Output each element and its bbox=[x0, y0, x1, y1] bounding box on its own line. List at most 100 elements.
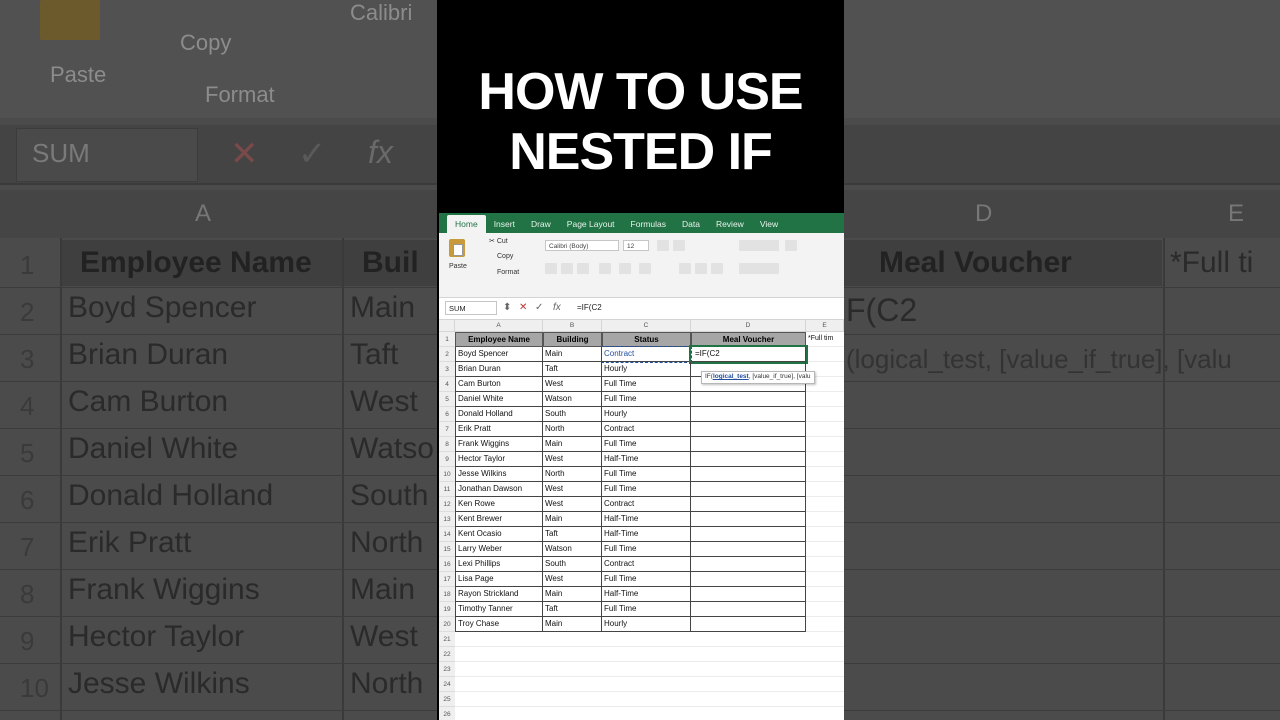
column-header-d[interactable]: D bbox=[691, 320, 806, 332]
cell-status[interactable]: Contract bbox=[602, 422, 691, 437]
cell-employee-name[interactable]: Erik Pratt bbox=[455, 422, 543, 437]
row-header[interactable]: 24 bbox=[439, 677, 455, 692]
cell-meal-voucher[interactable] bbox=[691, 617, 806, 632]
row-header[interactable]: 13 bbox=[439, 512, 455, 527]
cell-meal-voucher[interactable] bbox=[691, 572, 806, 587]
row-header[interactable]: 9 bbox=[439, 452, 455, 467]
row-header[interactable]: 19 bbox=[439, 602, 455, 617]
copy-button[interactable]: Copy bbox=[497, 253, 513, 260]
cell-meal-voucher[interactable] bbox=[691, 497, 806, 512]
row-header[interactable]: 18 bbox=[439, 587, 455, 602]
wrap-text-icon[interactable] bbox=[785, 240, 797, 251]
cell-employee-name[interactable]: Jonathan Dawson bbox=[455, 482, 543, 497]
cell-meal-voucher[interactable] bbox=[691, 542, 806, 557]
cell-meal-voucher[interactable] bbox=[691, 602, 806, 617]
underline-icon[interactable] bbox=[577, 263, 589, 274]
cell-status[interactable]: Hourly bbox=[602, 407, 691, 422]
row-header[interactable]: 10 bbox=[439, 467, 455, 482]
name-box-chevron-icon[interactable]: ⬍ bbox=[503, 302, 511, 313]
cell-building[interactable]: West bbox=[543, 377, 602, 392]
cell-employee-name[interactable]: Brian Duran bbox=[455, 362, 543, 377]
tooltip-logical-test[interactable]: logical_test bbox=[713, 373, 749, 380]
cell-employee-name[interactable]: Rayon Strickland bbox=[455, 587, 543, 602]
row-header[interactable]: 25 bbox=[439, 692, 455, 707]
font-size-select[interactable]: 12 bbox=[623, 240, 649, 251]
cell-status[interactable]: Full Time bbox=[602, 482, 691, 497]
bold-icon[interactable] bbox=[545, 263, 557, 274]
cancel-icon[interactable]: ✕ bbox=[519, 302, 527, 313]
row-header[interactable]: 11 bbox=[439, 482, 455, 497]
cell-employee-name[interactable]: Troy Chase bbox=[455, 617, 543, 632]
fill-color-icon[interactable] bbox=[619, 263, 631, 274]
row-header[interactable]: 20 bbox=[439, 617, 455, 632]
tab-review[interactable]: Review bbox=[708, 215, 752, 233]
header-cell[interactable]: Status bbox=[602, 332, 691, 347]
cell-status[interactable]: Half-Time bbox=[602, 452, 691, 467]
cell-employee-name[interactable]: Larry Weber bbox=[455, 542, 543, 557]
paste-label[interactable]: Paste bbox=[449, 263, 467, 270]
cell-status[interactable]: Contract bbox=[602, 557, 691, 572]
cell-meal-voucher[interactable] bbox=[691, 437, 806, 452]
cell-employee-name[interactable]: Cam Burton bbox=[455, 377, 543, 392]
cell-building[interactable]: West bbox=[543, 452, 602, 467]
cell-meal-voucher[interactable] bbox=[691, 392, 806, 407]
cell-status[interactable]: Full Time bbox=[602, 602, 691, 617]
row-header[interactable]: 7 bbox=[439, 422, 455, 437]
cell-status[interactable]: Contract bbox=[602, 497, 691, 512]
row-header[interactable]: 21 bbox=[439, 632, 455, 647]
row-header[interactable]: 2 bbox=[439, 347, 455, 362]
cell-meal-voucher[interactable] bbox=[691, 482, 806, 497]
cell-building[interactable]: South bbox=[543, 557, 602, 572]
cell-status[interactable]: Full Time bbox=[602, 542, 691, 557]
cell-building[interactable]: Main bbox=[543, 587, 602, 602]
tab-formulas[interactable]: Formulas bbox=[623, 215, 674, 233]
align-right-icon[interactable] bbox=[711, 263, 723, 274]
cell-meal-voucher[interactable] bbox=[691, 527, 806, 542]
column-header-e[interactable]: E bbox=[806, 320, 844, 332]
cell-employee-name[interactable]: Daniel White bbox=[455, 392, 543, 407]
cell-status[interactable]: Full Time bbox=[602, 572, 691, 587]
select-all-corner[interactable] bbox=[439, 320, 455, 332]
align-center-icon[interactable] bbox=[695, 263, 707, 274]
row-header[interactable]: 22 bbox=[439, 647, 455, 662]
borders-icon[interactable] bbox=[599, 263, 611, 274]
cell-building[interactable]: North bbox=[543, 422, 602, 437]
cell-building[interactable]: Main bbox=[543, 617, 602, 632]
cell-employee-name[interactable]: Timothy Tanner bbox=[455, 602, 543, 617]
cell-status[interactable]: Full Time bbox=[602, 437, 691, 452]
cell-building[interactable]: Watson bbox=[543, 542, 602, 557]
cell-employee-name[interactable]: Frank Wiggins bbox=[455, 437, 543, 452]
increase-font-icon[interactable] bbox=[657, 240, 669, 251]
cell-employee-name[interactable]: Donald Holland bbox=[455, 407, 543, 422]
cell-status[interactable]: Hourly bbox=[602, 362, 691, 377]
cell-building[interactable]: North bbox=[543, 467, 602, 482]
row-header[interactable]: 14 bbox=[439, 527, 455, 542]
cell-employee-name[interactable]: Jesse Wilkins bbox=[455, 467, 543, 482]
cell-building[interactable]: West bbox=[543, 482, 602, 497]
cell-building[interactable]: Main bbox=[543, 512, 602, 527]
column-header-c[interactable]: C bbox=[602, 320, 691, 332]
name-box[interactable]: SUM bbox=[445, 301, 497, 315]
cell-employee-name[interactable]: Ken Rowe bbox=[455, 497, 543, 512]
row-header[interactable]: 4 bbox=[439, 377, 455, 392]
cell-employee-name[interactable]: Lexi Phillips bbox=[455, 557, 543, 572]
cell-status[interactable]: Full Time bbox=[602, 377, 691, 392]
enter-icon[interactable]: ✓ bbox=[535, 302, 543, 313]
cell-status[interactable]: Full Time bbox=[602, 467, 691, 482]
header-cell-overflow[interactable]: *Full tim bbox=[806, 332, 844, 347]
cell-meal-voucher[interactable] bbox=[691, 512, 806, 527]
column-header-b[interactable]: B bbox=[543, 320, 602, 332]
row-header[interactable]: 26 bbox=[439, 707, 455, 720]
cell-status[interactable]: Full Time bbox=[602, 392, 691, 407]
cell-meal-voucher[interactable] bbox=[691, 452, 806, 467]
row-header[interactable]: 8 bbox=[439, 437, 455, 452]
cell-status[interactable]: Contract bbox=[601, 346, 692, 363]
row-header[interactable]: 3 bbox=[439, 362, 455, 377]
cell-meal-voucher[interactable] bbox=[691, 407, 806, 422]
cell-employee-name[interactable]: Kent Brewer bbox=[455, 512, 543, 527]
tab-data[interactable]: Data bbox=[674, 215, 708, 233]
cell-building[interactable]: Main bbox=[543, 437, 602, 452]
font-color-icon[interactable] bbox=[639, 263, 651, 274]
cell-status[interactable]: Half-Time bbox=[602, 587, 691, 602]
align-left-icon[interactable] bbox=[679, 263, 691, 274]
